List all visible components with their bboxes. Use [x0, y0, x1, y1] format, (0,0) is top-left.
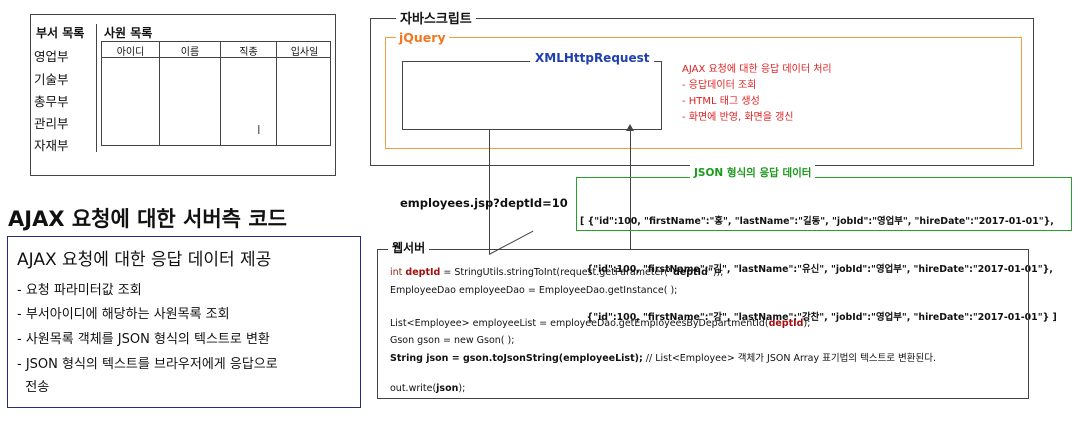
code-token: json [436, 383, 459, 394]
code-token: ); [458, 383, 466, 394]
code-line: EmployeeDao employeeDao = EmployeeDao.ge… [390, 285, 678, 296]
page-title: AJAX 요청에 대한 서버측 코드 [8, 207, 287, 231]
xhr-box [402, 61, 662, 130]
json-response-label: JSON 형식의 응답 데이터 [690, 165, 816, 180]
response-arrow-icon [626, 124, 634, 131]
request-connector [489, 130, 490, 254]
dept-item[interactable]: 자재부 [34, 135, 69, 154]
request-url: employees.jsp?deptId=10 [400, 196, 568, 210]
info-item: - JSON 형식의 텍스트를 브라우저에게 응답으로 [17, 357, 278, 372]
info-item: - 부서아이디에 해당하는 사원목록 조회 [17, 307, 230, 322]
code-token: // List<Employee> 객체가 JSON Array 표기법의 텍스… [642, 353, 937, 364]
note-line: - HTML 태그 생성 [682, 96, 760, 107]
code-token: int [390, 267, 406, 278]
note-line: - 응답데이터 조회 [682, 80, 757, 91]
code-token: out.write( [390, 383, 437, 394]
text-cursor-icon: Ⅰ [257, 123, 261, 137]
list-divider [96, 24, 97, 152]
employee-list-title: 사원 목록 [104, 26, 153, 40]
dept-item[interactable]: 기술부 [34, 69, 69, 88]
info-title: AJAX 요청에 대한 응답 데이터 제공 [17, 250, 272, 270]
info-item: - 사원목록 객체를 JSON 형식의 텍스트로 변환 [17, 332, 270, 347]
employee-table: 아이디 이름 직종 입사일 [101, 41, 331, 146]
info-item: 전송 [17, 380, 50, 395]
json-line: [ {"id":100, "firstName":"홍", "lastName"… [580, 216, 1054, 227]
code-token: deptId [405, 267, 441, 278]
code-line: List<Employee> employeeList = employeeDa… [390, 318, 810, 329]
code-line: String json = gson.toJsonString(employee… [390, 350, 936, 364]
code-token: String json = gson.toJsonString(employee… [390, 353, 643, 364]
jquery-label: jQuery [396, 30, 449, 45]
column-header: 직종 [239, 47, 258, 58]
dept-item[interactable]: 총무부 [34, 91, 69, 110]
dept-list-title: 부서 목록 [36, 26, 85, 40]
info-item: - 요청 파라미터값 조회 [17, 283, 142, 298]
response-handling-notes: AJAX 요청에 대한 응답 데이터 처리 - 응답데이터 조회 - HTML … [682, 62, 832, 126]
column-header: 아이디 [116, 47, 145, 58]
code-token: List<Employee> employeeList = employeeDa… [390, 318, 769, 329]
code-line: out.write(json); [390, 383, 465, 394]
note-line: AJAX 요청에 대한 응답 데이터 처리 [682, 64, 832, 75]
code-line: int deptId = StringUtils.stringToInt(req… [390, 267, 723, 278]
code-token: )); [712, 267, 724, 278]
code-line: Gson gson = new Gson( ); [390, 335, 515, 346]
xhr-label: XMLHttpRequest [530, 51, 655, 65]
code-token: "deptId" [668, 267, 713, 278]
code-token: ); [803, 318, 811, 329]
dept-item[interactable]: 관리부 [34, 113, 69, 132]
note-line: - 화면에 반영, 화면을 갱신 [682, 112, 794, 123]
column-header: 이름 [180, 47, 200, 58]
column-header: 입사일 [290, 47, 319, 58]
code-token: = StringUtils.stringToInt(request.getPar… [440, 267, 668, 278]
code-token: deptId [768, 318, 804, 329]
javascript-label: 자바스크립트 [396, 8, 476, 27]
dept-item[interactable]: 영업부 [34, 46, 69, 65]
web-server-label: 웹서버 [388, 239, 430, 256]
